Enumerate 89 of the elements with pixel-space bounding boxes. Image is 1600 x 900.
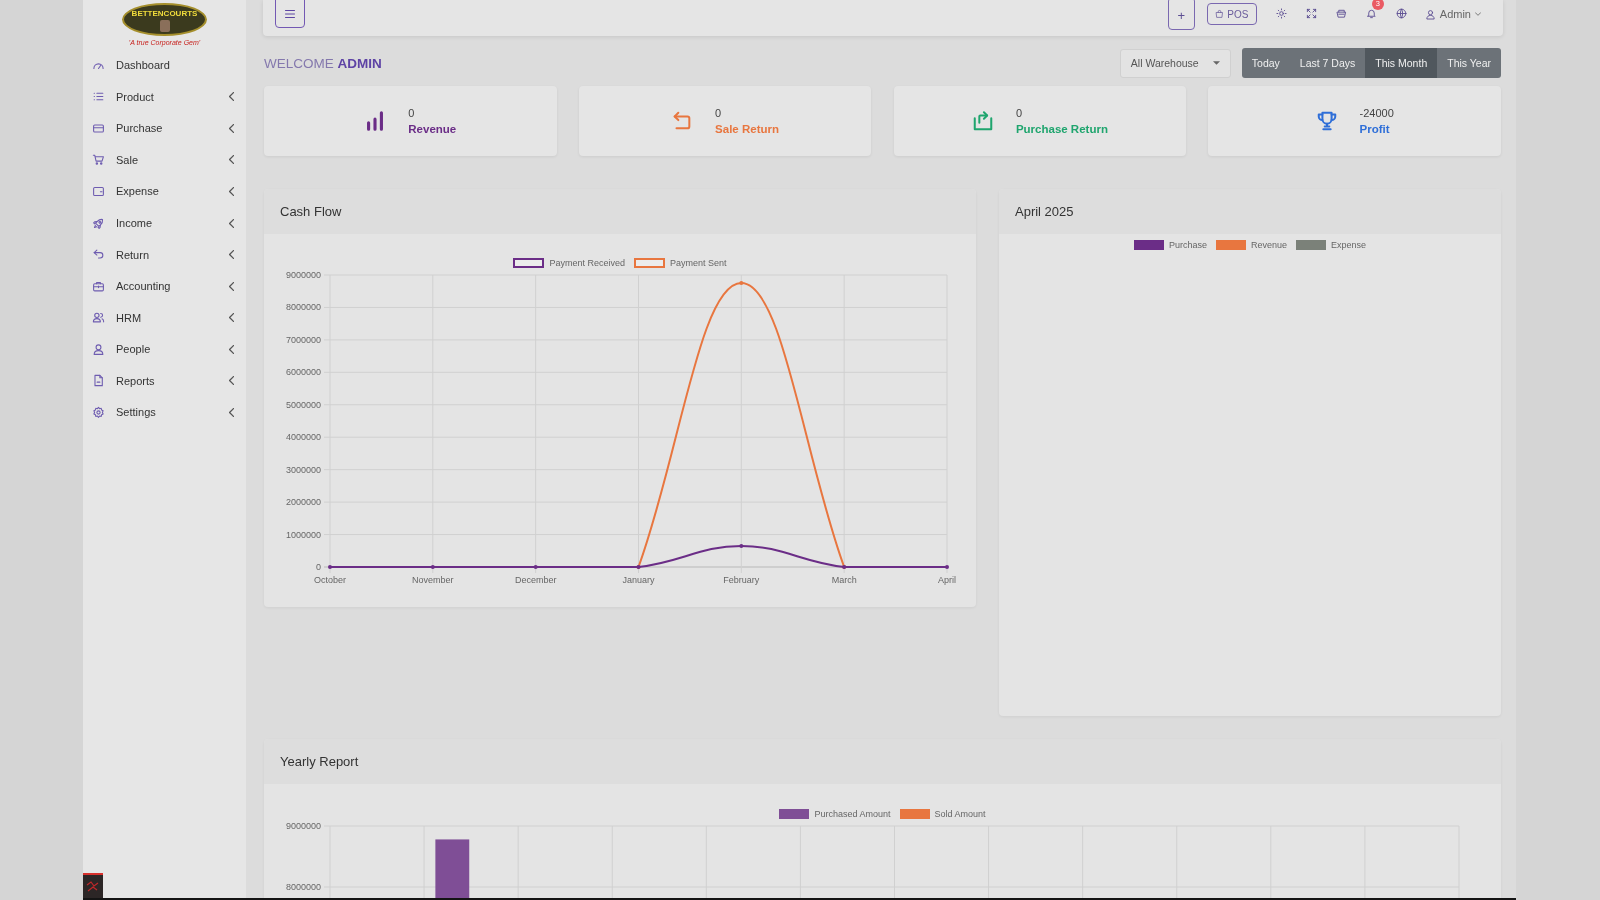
card-title: Yearly Report	[280, 754, 359, 769]
users-icon	[92, 311, 105, 325]
date-filter-tab[interactable]: This Year	[1437, 48, 1501, 78]
credit-card-icon	[92, 121, 105, 135]
axis-label: October	[314, 575, 346, 585]
caret-icon	[1212, 61, 1220, 65]
sidebar-item[interactable]: Expense	[83, 175, 246, 208]
date-filter-tab[interactable]: This Month	[1365, 48, 1438, 78]
axis-label: November	[412, 575, 454, 585]
axis-label: 9000000	[285, 270, 321, 280]
add-button[interactable]: +	[1167, 0, 1195, 30]
axis-label: December	[514, 575, 557, 585]
legend-label: Revenue	[1251, 240, 1287, 250]
sun-icon[interactable]	[1275, 8, 1287, 19]
rocket-icon	[92, 216, 105, 230]
axis-label: 8000000	[285, 882, 321, 892]
legend-label: Sold Amount	[934, 809, 986, 819]
legend-label: Payment Received	[549, 258, 625, 268]
user-menu-button[interactable]: Admin	[1424, 6, 1481, 22]
legend-label: Expense	[1331, 240, 1367, 250]
bag-icon	[1215, 9, 1225, 19]
fullscreen-icon[interactable]	[1305, 8, 1317, 19]
axis-label: 9000000	[285, 821, 321, 831]
data-point	[430, 565, 435, 569]
axis-label: April	[938, 575, 956, 585]
card-title: Cash Flow	[280, 204, 342, 219]
axis-label: February	[723, 575, 760, 585]
sidebar-item[interactable]: Income	[83, 207, 246, 239]
globe-icon[interactable]	[1395, 8, 1407, 19]
date-filter-tab[interactable]: Today	[1241, 48, 1290, 78]
stat-label: Sale Return	[715, 123, 780, 135]
corner-widget-icon[interactable]	[83, 873, 103, 898]
wallet-icon	[92, 184, 105, 198]
caret-icon	[1475, 12, 1481, 16]
stat-value: 0	[408, 107, 416, 119]
gear-icon	[92, 405, 105, 419]
axis-label: 0	[316, 562, 321, 572]
user-icon	[92, 342, 105, 356]
stat-value: -24000	[1359, 107, 1394, 119]
file-icon	[92, 374, 105, 388]
axis-label: 7000000	[285, 334, 321, 345]
sidebar-item[interactable]: People	[83, 333, 246, 365]
axis-label: 6000000	[285, 367, 321, 378]
axis-label: 8000000	[285, 302, 321, 313]
axis-label: 3000000	[285, 464, 321, 475]
sidebar-item[interactable]: HRM	[83, 301, 246, 334]
stat-label: Profit	[1359, 123, 1391, 135]
sidebar-item[interactable]: Sale	[83, 144, 246, 176]
legend-label: Payment Sent	[670, 258, 727, 268]
welcome-heading: WELCOME ADMIN	[264, 55, 382, 71]
data-point	[533, 565, 538, 569]
data-point	[739, 281, 744, 286]
sidebar-item[interactable]: Settings	[83, 396, 246, 429]
stat-label: Revenue	[408, 123, 457, 135]
axis-label: January	[622, 575, 655, 585]
card-title: April 2025	[1015, 204, 1074, 219]
photo-placeholder	[159, 20, 170, 32]
warehouse-select[interactable]: All Warehouse	[1119, 48, 1231, 78]
user-icon	[1424, 8, 1436, 20]
briefcase-icon	[92, 279, 105, 293]
bell-icon[interactable]	[1365, 8, 1377, 19]
sidebar-item[interactable]: Product	[83, 81, 246, 113]
basket-icon[interactable]	[1335, 8, 1347, 19]
sidebar-item[interactable]: Accounting	[83, 270, 246, 302]
logo-text: BETTENCOURTS	[131, 9, 198, 18]
pos-button[interactable]: POS	[1206, 3, 1257, 25]
legend-label: Purchase	[1168, 240, 1207, 250]
axis-label: 2000000	[285, 497, 321, 508]
return-arrow-icon	[92, 248, 105, 262]
chart-bar	[435, 839, 470, 898]
axis-label: March	[831, 575, 857, 585]
legend-label: Purchased Amount	[814, 809, 891, 819]
stat-value: 0	[1015, 107, 1023, 119]
stat-label: Purchase Return	[1015, 123, 1108, 135]
menu-icon	[284, 8, 296, 20]
sidebar-item[interactable]: Reports	[83, 364, 246, 397]
data-point	[328, 565, 332, 569]
sidebar-item[interactable]: Purchase	[83, 112, 246, 145]
menu-button[interactable]	[275, 0, 305, 28]
sidebar-item[interactable]: Dashboard	[83, 49, 246, 82]
cart-icon	[92, 153, 105, 167]
stat-value: 0	[715, 107, 723, 119]
sidebar-item[interactable]: Return	[83, 238, 246, 271]
data-point	[739, 543, 744, 548]
axis-label: 1000000	[285, 529, 321, 540]
date-filter-tab[interactable]: Last 7 Days	[1289, 48, 1366, 78]
data-point	[945, 565, 949, 569]
axis-label: 4000000	[285, 432, 321, 443]
axis-label: 5000000	[285, 399, 321, 410]
